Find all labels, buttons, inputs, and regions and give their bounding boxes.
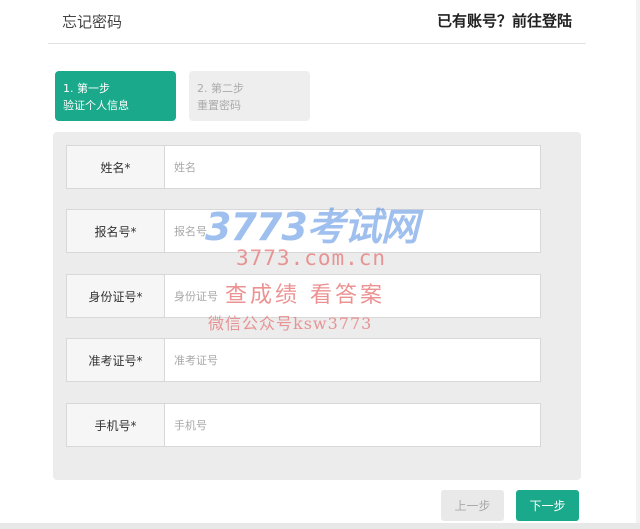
- step-1-number: 1. 第一步: [63, 82, 110, 95]
- window-bottom-edge: [0, 523, 640, 529]
- registration-number-label: 报名号*: [66, 209, 164, 253]
- step-1-label: 验证个人信息: [63, 99, 129, 112]
- step-2-number: 2. 第二步: [197, 82, 244, 95]
- form-row-registration-number: 报名号*: [66, 209, 541, 253]
- step-1-tab[interactable]: 1. 第一步 验证个人信息: [55, 71, 176, 121]
- prev-step-button[interactable]: 上一步: [441, 490, 504, 521]
- verification-form: 姓名* 报名号* 身份证号* 准考证号* 手机号*: [53, 132, 581, 480]
- step-2-tab[interactable]: 2. 第二步 重置密码: [189, 71, 310, 121]
- page-header: 忘记密码 已有账号？前往登陆: [48, 0, 586, 44]
- admission-ticket-label: 准考证号*: [66, 338, 164, 382]
- form-row-id-number: 身份证号*: [66, 274, 541, 318]
- go-to-login-link[interactable]: 已有账号？前往登陆: [437, 10, 572, 31]
- name-label: 姓名*: [66, 145, 164, 189]
- page-title: 忘记密码: [62, 13, 123, 31]
- window-right-edge: [636, 0, 640, 529]
- phone-label: 手机号*: [66, 403, 164, 447]
- admission-ticket-input[interactable]: [164, 338, 541, 382]
- id-number-input[interactable]: [164, 274, 541, 318]
- form-row-phone: 手机号*: [66, 403, 541, 447]
- id-number-label: 身份证号*: [66, 274, 164, 318]
- forgot-password-page: 忘记密码 已有账号？前往登陆 1. 第一步 验证个人信息 2. 第二步 重置密码…: [0, 0, 640, 529]
- form-row-admission-ticket: 准考证号*: [66, 338, 541, 382]
- registration-number-input[interactable]: [164, 209, 541, 253]
- name-input[interactable]: [164, 145, 541, 189]
- step-2-label: 重置密码: [197, 99, 241, 112]
- next-step-button[interactable]: 下一步: [516, 490, 579, 521]
- form-row-name: 姓名*: [66, 145, 541, 189]
- phone-input[interactable]: [164, 403, 541, 447]
